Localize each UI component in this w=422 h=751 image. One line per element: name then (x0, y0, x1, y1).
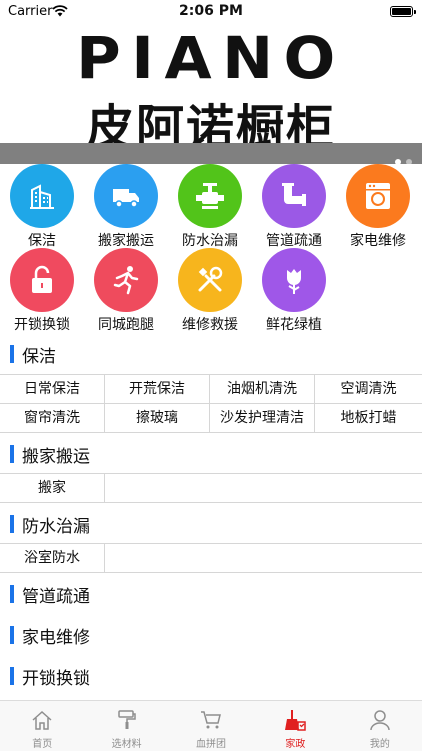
runner-icon (113, 266, 139, 295)
section-marker (10, 445, 14, 463)
tab-label: 首页 (32, 739, 53, 750)
item-moving[interactable]: 搬家 (0, 474, 105, 502)
service-label: 防水治漏 (182, 233, 238, 249)
service-label: 家电维修 (350, 233, 406, 249)
banner-carousel[interactable]: PIANO 皮阿诺橱柜 (0, 22, 422, 164)
service-label: 搬家搬运 (98, 233, 154, 249)
section-marker (10, 667, 14, 685)
section-header-pipe: 管道疏通 (0, 576, 422, 610)
battery-icon (390, 6, 416, 17)
tab-group-buy[interactable]: 血拼团 (169, 701, 253, 751)
service-circle (178, 248, 242, 312)
item-ac-cleaning[interactable]: 空调清洗 (315, 375, 422, 403)
service-circle (178, 164, 242, 228)
service-circle (94, 164, 158, 228)
service-appliance[interactable]: 家电维修 (336, 164, 420, 249)
service-circle (94, 248, 158, 312)
section-header-cleaning: 保洁 (0, 336, 422, 370)
tab-bar: 首页 选材料 血拼团 家政 我的 (0, 700, 422, 751)
item-sofa-care[interactable]: 沙发护理清洁 (210, 404, 315, 432)
table-row: 窗帘清洗 擦玻璃 沙发护理清洁 地板打蜡 (0, 404, 422, 433)
service-moving[interactable]: 搬家搬运 (84, 164, 168, 249)
item-curtain-cleaning[interactable]: 窗帘清洗 (0, 404, 105, 432)
broom-icon (285, 710, 307, 731)
service-label: 保洁 (28, 233, 56, 249)
tab-label: 我的 (369, 739, 390, 750)
tab-label: 家政 (285, 739, 306, 750)
pipe-icon (282, 183, 306, 206)
empty-cell (105, 474, 422, 502)
item-deep-cleaning[interactable]: 开荒保洁 (105, 375, 210, 403)
tab-label: 选材料 (111, 739, 142, 750)
service-circle (10, 164, 74, 228)
section-header-waterproof: 防水治漏 (0, 506, 422, 540)
tab-label: 血拼团 (196, 739, 227, 750)
table-row: 浴室防水 (0, 544, 422, 573)
status-time: 2:06 PM (179, 3, 243, 19)
item-hood-cleaning[interactable]: 油烟机清洗 (210, 375, 315, 403)
empty-cell (105, 544, 422, 572)
page-indicator[interactable] (390, 150, 412, 164)
tab-profile[interactable]: 我的 (338, 701, 422, 751)
section-title: 防水治漏 (22, 517, 90, 537)
section-marker (10, 626, 14, 644)
person-icon (370, 710, 390, 731)
tab-materials[interactable]: 选材料 (84, 701, 168, 751)
service-label: 鲜花绿植 (266, 317, 322, 333)
building-icon (30, 184, 54, 209)
service-waterproof[interactable]: 防水治漏 (168, 164, 252, 249)
cart-icon (201, 711, 221, 729)
service-flowers[interactable]: 鲜花绿植 (252, 248, 336, 333)
service-label: 管道疏通 (266, 233, 322, 249)
truck-icon (113, 189, 139, 208)
section-header-appliance: 家电维修 (0, 617, 422, 651)
section-title: 管道疏通 (22, 587, 90, 607)
banner-brand: PIANO (76, 24, 346, 92)
status-bar: Carrier 2:06 PM (0, 0, 422, 22)
service-circle (346, 164, 410, 228)
moving-table: 搬家 (0, 473, 422, 503)
tools-icon (198, 266, 223, 292)
service-circle (262, 164, 326, 228)
item-daily-cleaning[interactable]: 日常保洁 (0, 375, 105, 403)
unlock-icon (32, 265, 52, 293)
item-bathroom-waterproof[interactable]: 浴室防水 (0, 544, 105, 572)
table-row: 日常保洁 开荒保洁 油烟机清洗 空调清洗 (0, 375, 422, 404)
service-circle (10, 248, 74, 312)
washing-machine-icon (366, 183, 390, 209)
item-window-cleaning[interactable]: 擦玻璃 (105, 404, 210, 432)
item-floor-waxing[interactable]: 地板打蜡 (315, 404, 422, 432)
service-label: 维修救援 (182, 317, 238, 333)
banner-strip (0, 143, 422, 164)
service-errand[interactable]: 同城跑腿 (84, 248, 168, 333)
tab-housekeeping[interactable]: 家政 (253, 701, 337, 751)
service-label: 开锁换锁 (14, 317, 70, 333)
section-title: 开锁换锁 (22, 669, 90, 689)
section-title: 保洁 (22, 347, 56, 367)
service-pipe[interactable]: 管道疏通 (252, 164, 336, 249)
service-label: 同城跑腿 (98, 317, 154, 333)
section-marker (10, 585, 14, 603)
service-cleaning[interactable]: 保洁 (0, 164, 84, 249)
section-title: 家电维修 (22, 628, 90, 648)
tab-home[interactable]: 首页 (0, 701, 84, 751)
valve-icon (196, 183, 224, 209)
home-icon (32, 710, 52, 730)
table-row: 搬家 (0, 474, 422, 503)
service-repair[interactable]: 维修救援 (168, 248, 252, 333)
section-title: 搬家搬运 (22, 447, 90, 467)
service-circle (262, 248, 326, 312)
section-marker (10, 345, 14, 363)
service-lock[interactable]: 开锁换锁 (0, 248, 84, 333)
rose-icon (287, 269, 301, 294)
section-header-moving: 搬家搬运 (0, 436, 422, 470)
waterproof-table: 浴室防水 (0, 543, 422, 573)
section-marker (10, 515, 14, 533)
paint-roller-icon (117, 710, 136, 729)
cleaning-table: 日常保洁 开荒保洁 油烟机清洗 空调清洗 窗帘清洗 擦玻璃 沙发护理清洁 地板打… (0, 374, 422, 433)
section-header-lock: 开锁换锁 (0, 658, 422, 692)
